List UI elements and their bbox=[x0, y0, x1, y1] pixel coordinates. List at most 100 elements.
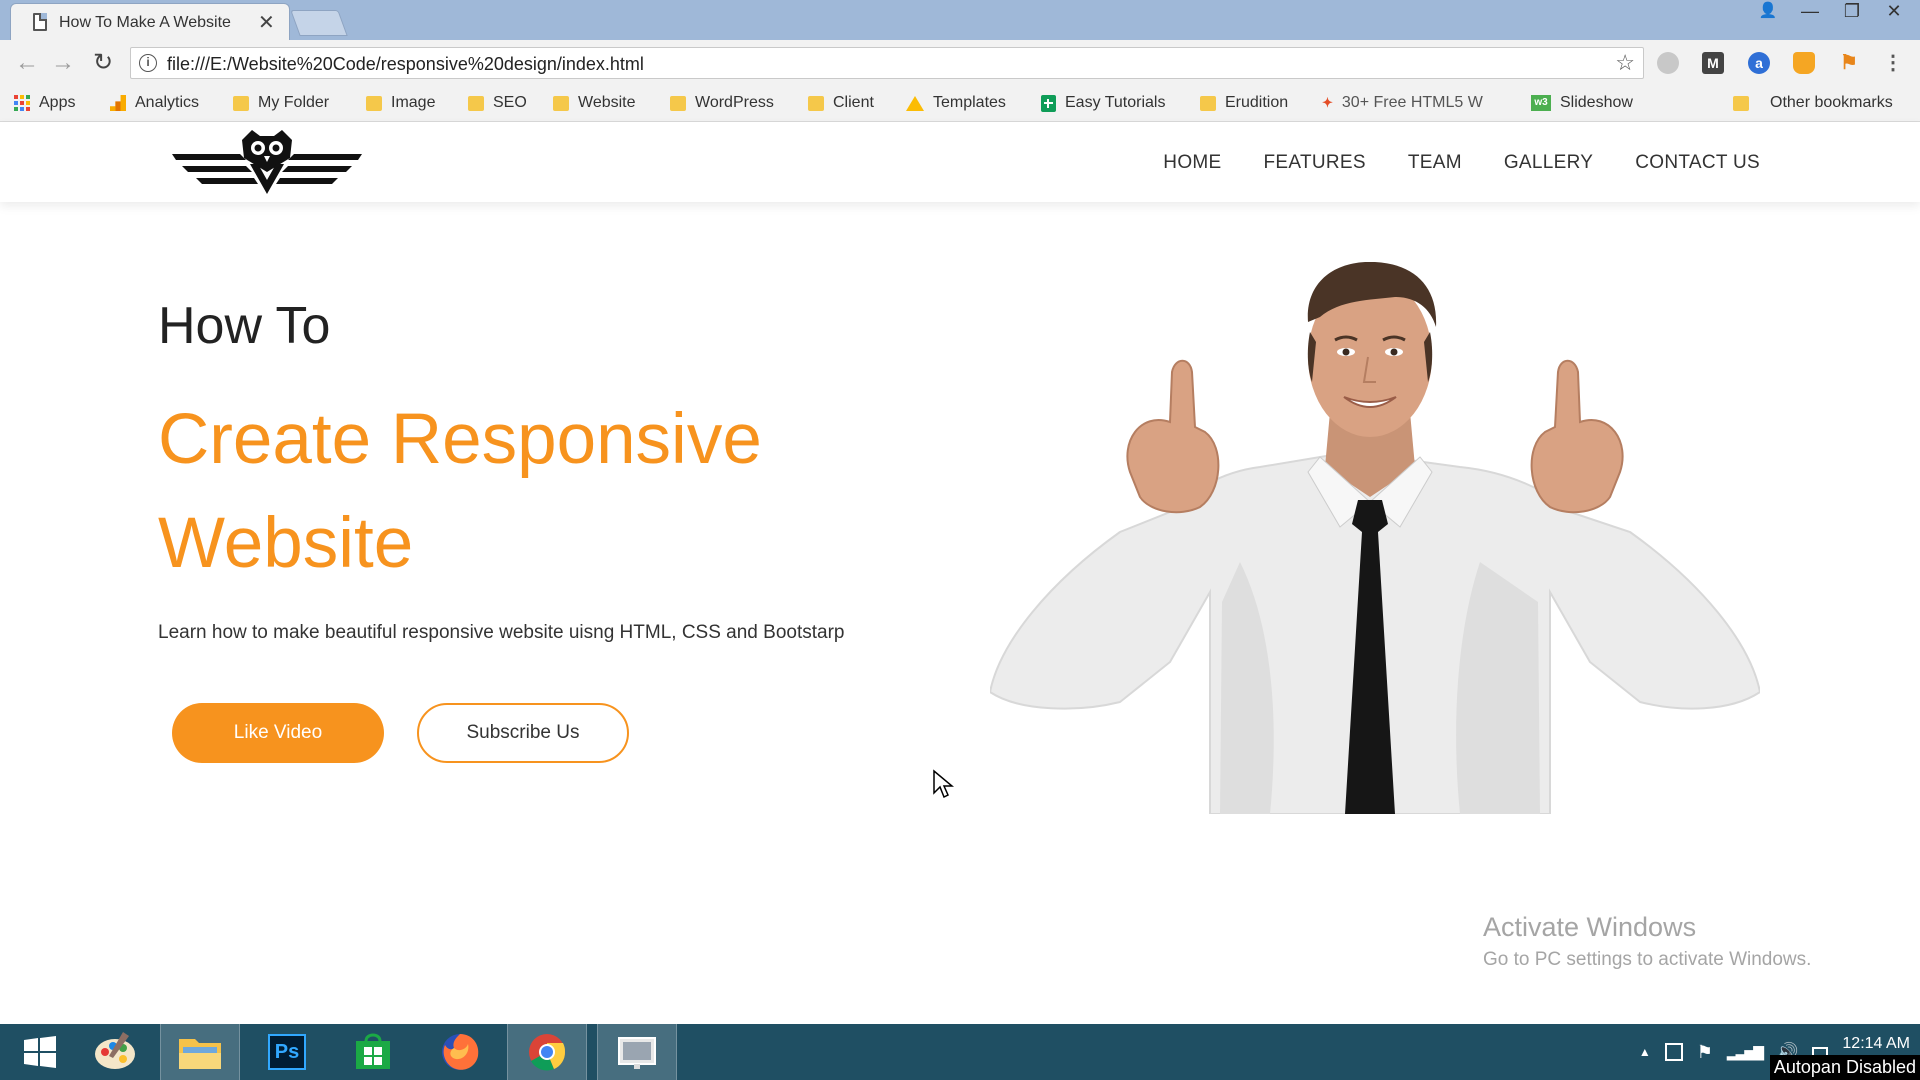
hero-description: Learn how to make beautiful responsive w… bbox=[158, 622, 845, 643]
watermark-title: Activate Windows bbox=[1483, 912, 1697, 942]
action-center-flag-icon[interactable]: ⚑ bbox=[1697, 1042, 1713, 1063]
bookmark-label: Apps bbox=[39, 94, 76, 111]
network-signal-icon[interactable]: ▂▃▅▇ bbox=[1727, 1044, 1764, 1061]
store-icon[interactable] bbox=[333, 1024, 413, 1080]
hero-big-heading: Create Responsive Website bbox=[158, 388, 858, 596]
bookmark-label: My Folder bbox=[258, 94, 330, 111]
nav-contact-us[interactable]: CONTACT US bbox=[1635, 152, 1760, 174]
bookmark-wordpress[interactable]: WordPress bbox=[670, 94, 774, 112]
presentation-icon[interactable] bbox=[597, 1024, 677, 1080]
close-tab-icon[interactable]: ✕ bbox=[258, 10, 275, 35]
windows-start-icon[interactable] bbox=[0, 1024, 80, 1080]
chrome-menu-icon[interactable]: ⋮ bbox=[1882, 52, 1904, 74]
folder-icon bbox=[233, 95, 249, 111]
firefox-icon[interactable] bbox=[420, 1024, 500, 1080]
bookmark-label: WordPress bbox=[695, 94, 774, 111]
w3-icon: w3 bbox=[1531, 95, 1551, 111]
mouse-cursor-icon bbox=[933, 769, 954, 799]
folder-icon bbox=[1733, 95, 1749, 111]
extension-shield-icon[interactable] bbox=[1657, 52, 1679, 74]
bookmark-easy-tutorials[interactable]: Easy Tutorials bbox=[1041, 94, 1165, 112]
subscribe-us-button[interactable]: Subscribe Us bbox=[417, 703, 629, 763]
bookmark-label: Slideshow bbox=[1560, 94, 1633, 111]
nav-home[interactable]: HOME bbox=[1163, 152, 1221, 174]
folder-icon bbox=[468, 95, 484, 111]
page-icon bbox=[33, 13, 47, 31]
bookmark-other[interactable]: Other bookmarks bbox=[1733, 94, 1893, 112]
photoshop-label: Ps bbox=[268, 1034, 306, 1070]
tray-expand-icon[interactable]: ▲ bbox=[1639, 1045, 1651, 1059]
file-explorer-icon[interactable] bbox=[160, 1024, 240, 1080]
bookmark-star-icon[interactable]: ☆ bbox=[1615, 50, 1635, 76]
extension-bell-icon[interactable] bbox=[1793, 52, 1815, 74]
extension-m-icon[interactable]: M bbox=[1702, 52, 1724, 74]
folder-icon bbox=[1200, 95, 1216, 111]
folder-icon bbox=[553, 95, 569, 111]
extension-flag-icon[interactable]: ⚑ bbox=[1838, 52, 1860, 74]
watermark-subtitle: Go to PC settings to activate Windows. bbox=[1483, 949, 1812, 970]
close-window-button[interactable]: ✕ bbox=[1880, 0, 1908, 22]
bookmark-analytics[interactable]: Analytics bbox=[110, 94, 199, 112]
extension-blue-icon[interactable]: a bbox=[1748, 52, 1770, 74]
bookmark-label: Website bbox=[578, 94, 636, 111]
bookmark-image[interactable]: Image bbox=[366, 94, 435, 112]
reload-icon[interactable]: ↻ bbox=[88, 48, 118, 78]
nav-team[interactable]: TEAM bbox=[1408, 152, 1462, 174]
bookmark-label: Analytics bbox=[135, 94, 200, 111]
profile-icon[interactable]: 👤 bbox=[1754, 0, 1782, 22]
like-video-button[interactable]: Like Video bbox=[172, 703, 384, 763]
bookmark-label: Templates bbox=[933, 94, 1006, 111]
windows-taskbar: Ps ▲ ⚑ ▂▃▅▇ 🔊 12:14 AM Autopan Disabled bbox=[0, 1024, 1920, 1080]
drive-icon bbox=[906, 95, 924, 111]
photoshop-icon[interactable]: Ps bbox=[247, 1024, 327, 1080]
chrome-icon[interactable] bbox=[507, 1024, 587, 1080]
forward-arrow-icon[interactable]: → bbox=[48, 48, 78, 78]
paint-icon[interactable] bbox=[75, 1024, 155, 1080]
bookmarks-bar: Apps Analytics My Folder Image SEO Websi… bbox=[0, 86, 1920, 122]
hero-small-heading: How To bbox=[158, 297, 331, 355]
browser-tab-strip: How To Make A Website ✕ 👤 — ❐ ✕ bbox=[0, 0, 1920, 40]
restore-button[interactable]: ❐ bbox=[1838, 0, 1866, 22]
browser-toolbar: ← → ↻ i file:///E:/Website%20Code/respon… bbox=[0, 40, 1920, 86]
bookmark-apps[interactable]: Apps bbox=[14, 94, 75, 112]
bookmark-website[interactable]: Website bbox=[553, 94, 636, 112]
bookmark-my-folder[interactable]: My Folder bbox=[233, 94, 329, 112]
address-bar[interactable]: i file:///E:/Website%20Code/responsive%2… bbox=[130, 47, 1644, 79]
bookmark-label: Client bbox=[833, 94, 874, 111]
autopan-status: Autopan Disabled bbox=[1769, 1055, 1920, 1080]
minimize-button[interactable]: — bbox=[1796, 0, 1824, 22]
tray-app-icon[interactable] bbox=[1664, 1043, 1683, 1061]
browser-tab[interactable]: How To Make A Website ✕ bbox=[10, 3, 290, 40]
taskbar-clock[interactable]: 12:14 AM bbox=[1842, 1035, 1910, 1053]
folder-icon bbox=[670, 95, 686, 111]
address-url: file:///E:/Website%20Code/responsive%20d… bbox=[167, 54, 644, 74]
bookmark-label: Image bbox=[391, 94, 436, 111]
site-header: HOME FEATURES TEAM GALLERY CONTACT US bbox=[0, 122, 1920, 202]
main-nav: HOME FEATURES TEAM GALLERY CONTACT US bbox=[1163, 152, 1760, 174]
bookmark-label: Easy Tutorials bbox=[1065, 94, 1166, 111]
nav-features[interactable]: FEATURES bbox=[1264, 152, 1366, 174]
bookmark-label: Other bookmarks bbox=[1770, 94, 1893, 111]
analytics-icon bbox=[110, 95, 126, 111]
html5-icon: ✦ bbox=[1322, 95, 1333, 110]
folder-icon bbox=[808, 95, 824, 111]
bookmark-client[interactable]: Client bbox=[808, 94, 874, 112]
sheets-icon bbox=[1041, 94, 1056, 112]
tab-title: How To Make A Website bbox=[59, 14, 231, 31]
bookmark-label: 30+ Free HTML5 W bbox=[1341, 94, 1483, 111]
hero-heading-line-2: Website bbox=[158, 504, 414, 583]
hero-person-image bbox=[990, 262, 1760, 814]
info-icon[interactable]: i bbox=[139, 54, 157, 72]
back-arrow-icon[interactable]: ← bbox=[12, 48, 42, 78]
owl-logo[interactable] bbox=[172, 128, 362, 196]
bookmark-html5[interactable]: ✦ 30+ Free HTML5 W bbox=[1322, 94, 1483, 112]
bookmark-label: SEO bbox=[493, 94, 527, 111]
bookmark-templates[interactable]: Templates bbox=[906, 94, 1006, 112]
nav-gallery[interactable]: GALLERY bbox=[1504, 152, 1593, 174]
folder-icon bbox=[366, 95, 382, 111]
bookmark-erudition[interactable]: Erudition bbox=[1200, 94, 1288, 112]
bookmark-slideshow[interactable]: w3 Slideshow bbox=[1531, 94, 1633, 112]
window-controls: 👤 — ❐ ✕ bbox=[1754, 0, 1908, 22]
bookmark-seo[interactable]: SEO bbox=[468, 94, 527, 112]
new-tab-button[interactable] bbox=[290, 10, 348, 36]
